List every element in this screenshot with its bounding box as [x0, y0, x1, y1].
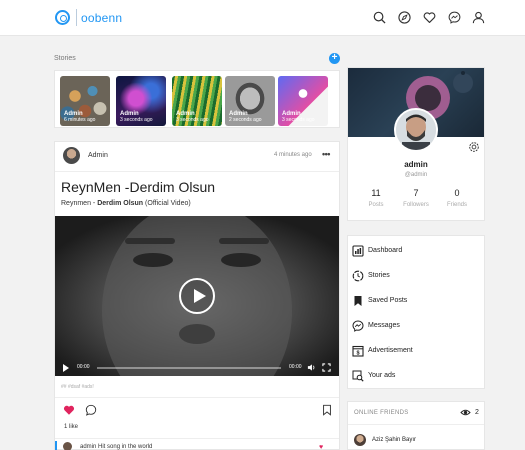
video-player[interactable]: 00:00 00:00: [55, 216, 339, 376]
friend-name[interactable]: Aziz Şahin Bayır: [372, 437, 416, 443]
online-friends-card: ONLINE FRIENDS 2 Aziz Şahin Bayır: [347, 401, 485, 450]
explore-icon[interactable]: [398, 11, 411, 24]
stat-posts[interactable]: 11 Posts: [356, 188, 396, 208]
divider: [348, 424, 484, 425]
comment-avatar[interactable]: [63, 442, 72, 450]
story-time: 3 seconds ago: [176, 117, 209, 123]
sidebar-menu: Dashboard Stories Saved Posts Messages $…: [347, 235, 485, 389]
svg-text:$: $: [356, 351, 359, 357]
avatar-art: [396, 110, 436, 150]
dashboard-icon: [352, 245, 364, 257]
story-item[interactable]: Admin 6 minutes ago: [60, 76, 110, 126]
volume-icon[interactable]: [307, 363, 316, 372]
comment-user[interactable]: admin: [80, 444, 96, 450]
like-count[interactable]: 1 like: [64, 424, 78, 430]
stories-icon: [352, 270, 364, 282]
comment-row: admin Hit song in the world ♥: [55, 438, 339, 450]
post-author-name[interactable]: Admin: [88, 152, 108, 159]
messenger-icon[interactable]: [448, 11, 461, 24]
stories-row: Admin 6 minutes ago Admin 3 seconds ago …: [54, 70, 340, 128]
play-button[interactable]: [179, 278, 215, 314]
friend-avatar[interactable]: [354, 434, 366, 446]
menu-item-label: Saved Posts: [368, 297, 408, 304]
menu-item-advertisement[interactable]: $ Advertisement: [352, 341, 482, 361]
like-heart-icon[interactable]: [63, 404, 75, 416]
video-progress-bar[interactable]: [97, 367, 281, 369]
menu-item-messages[interactable]: Messages: [352, 316, 482, 336]
bookmark-icon: [352, 295, 364, 307]
story-item[interactable]: Admin 3 seconds ago: [172, 76, 222, 126]
heart-icon[interactable]: [423, 11, 436, 24]
online-friends-title: ONLINE FRIENDS: [354, 410, 409, 416]
profile-handle: @admin: [404, 172, 428, 178]
stat-label: Friends: [446, 202, 467, 208]
menu-item-label: Dashboard: [368, 247, 403, 254]
comment-accent-bar: [55, 441, 57, 450]
story-item[interactable]: Admin 2 seconds ago: [225, 76, 275, 126]
menu-item-label: Stories: [368, 272, 390, 279]
bookmark-icon[interactable]: [321, 404, 333, 416]
stat-value: 0: [454, 188, 460, 198]
eye-icon[interactable]: [460, 408, 471, 417]
post-timestamp: 4 minutes ago: [274, 152, 312, 158]
stat-followers[interactable]: 7 Followers: [396, 188, 436, 208]
logo-separator: [76, 9, 77, 26]
menu-item-label: Advertisement: [368, 347, 413, 354]
profile-card: admin @admin 11 Posts 7 Followers 0 Frie…: [347, 67, 485, 221]
divider: [55, 397, 339, 398]
menu-item-label: Messages: [368, 322, 400, 329]
story-time: 3 seconds ago: [120, 117, 153, 123]
menu-item-saved-posts[interactable]: Saved Posts: [352, 291, 482, 311]
video-play-icon[interactable]: [63, 364, 69, 372]
story-time: 6 minutes ago: [64, 117, 96, 123]
comment-text: admin Hit song in the world: [80, 444, 152, 450]
post-card: Admin 4 minutes ago ••• ReynMen -Derdim …: [54, 141, 340, 450]
search-icon[interactable]: [373, 11, 386, 24]
desc-suffix: (Official Video): [143, 200, 191, 207]
stat-label: Followers: [403, 202, 429, 208]
menu-item-label: Your ads: [368, 372, 396, 379]
stories-section: Stories + Admin 6 minutes ago Admin 3 se…: [54, 48, 340, 132]
story-time: 2 seconds ago: [229, 117, 262, 123]
menu-item-dashboard[interactable]: Dashboard: [352, 241, 482, 261]
user-icon[interactable]: [472, 11, 485, 24]
video-controls: 00:00 00:00: [55, 360, 339, 376]
video-current-time: 00:00: [77, 364, 90, 370]
menu-item-stories[interactable]: Stories: [352, 266, 482, 286]
comment-body: Hit song in the world: [98, 444, 153, 450]
stories-title: Stories: [54, 55, 76, 62]
stat-value: 11: [371, 188, 381, 198]
advertisement-icon: $: [352, 345, 364, 357]
desc-prefix: Reynmen -: [61, 200, 98, 207]
comment-icon[interactable]: [85, 404, 97, 416]
search-ads-icon: [352, 370, 364, 382]
menu-item-your-ads[interactable]: Your ads: [352, 366, 482, 386]
post-options-button[interactable]: •••: [322, 149, 330, 159]
logo-text[interactable]: oobenn: [81, 11, 122, 25]
comment-like-icon[interactable]: ♥: [319, 444, 323, 450]
divider: [55, 171, 339, 172]
desc-bold: Derdim Olsun: [97, 200, 144, 207]
profile-avatar[interactable]: [394, 108, 438, 152]
post-description: Reynmen - Derdim Olsun (Official Video): [61, 200, 191, 207]
story-item[interactable]: Admin 3 seconds ago: [278, 76, 328, 126]
fullscreen-icon[interactable]: [322, 363, 331, 372]
story-time: 3 seconds ago: [282, 117, 315, 123]
add-story-button[interactable]: +: [329, 53, 340, 64]
messenger-icon: [352, 320, 364, 332]
online-friends-count: 2: [475, 409, 479, 416]
settings-icon[interactable]: [468, 141, 480, 153]
profile-name[interactable]: admin: [348, 160, 484, 169]
top-navbar: oobenn: [0, 0, 525, 36]
post-hashtags[interactable]: ## #dsaf #ads!: [61, 384, 94, 390]
story-item[interactable]: Admin 3 seconds ago: [116, 76, 166, 126]
video-duration: 00:00: [289, 364, 302, 370]
stat-value: 7: [413, 188, 419, 198]
post-title: ReynMen -Derdim Olsun: [61, 179, 216, 195]
logo-icon[interactable]: [55, 10, 70, 25]
post-author-avatar[interactable]: [63, 147, 80, 164]
stat-friends[interactable]: 0 Friends: [437, 188, 477, 208]
stat-label: Posts: [368, 202, 384, 208]
